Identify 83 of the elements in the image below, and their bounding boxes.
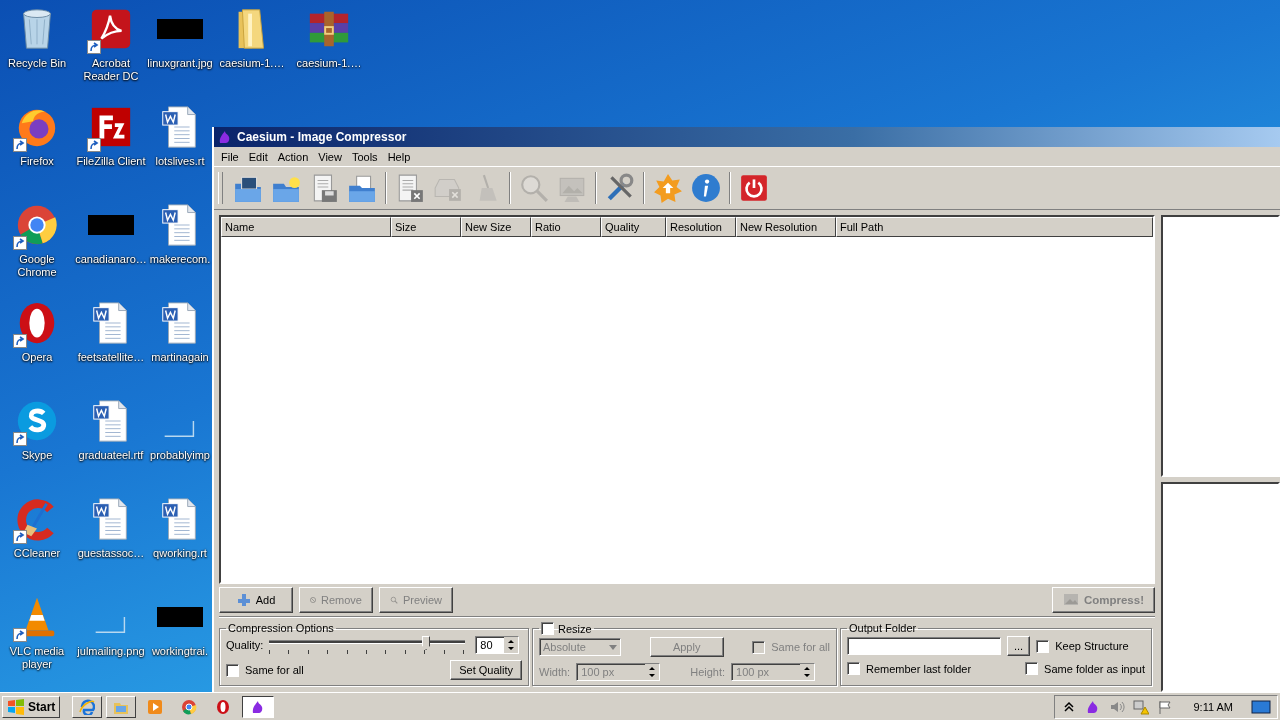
desktop-icon-label[interactable]: graduateel.rtf: [78, 449, 144, 462]
flag-icon[interactable]: [1157, 698, 1174, 715]
browser-e-icon: [79, 698, 96, 715]
column-header[interactable]: Quality: [601, 217, 666, 237]
spin-arrows-icon[interactable]: [800, 664, 815, 680]
desktop-icon-label[interactable]: martinagain: [151, 351, 209, 364]
column-header[interactable]: Size: [391, 217, 461, 237]
slider-thumb[interactable]: [422, 636, 431, 650]
column-header[interactable]: New Size: [461, 217, 531, 237]
taskbar-button[interactable]: [242, 695, 275, 718]
menu-item[interactable]: Edit: [243, 150, 273, 163]
desktop-icon-label[interactable]: guestassoc…: [77, 547, 145, 560]
group-title: Output Folder: [848, 622, 918, 634]
column-header[interactable]: Resolution: [666, 217, 736, 237]
checkbox-label[interactable]: Same folder as input: [1044, 662, 1145, 675]
desktop-icon-label[interactable]: feetsatellite…: [77, 351, 145, 364]
power-icon[interactable]: [739, 173, 769, 203]
desktop-icon-label[interactable]: caesium-1.…: [219, 57, 285, 70]
set-quality-button[interactable]: Set Quality: [450, 660, 522, 680]
desktop-icon-label[interactable]: canadianaro…: [75, 253, 147, 266]
field-label: Quality:: [226, 639, 264, 651]
menu-item[interactable]: Tools: [346, 150, 383, 163]
desktop-icon-label[interactable]: Firefox: [20, 155, 54, 168]
column-header[interactable]: Full Path: [836, 217, 1153, 237]
start-button[interactable]: Start: [2, 695, 61, 718]
desktop-icon-label[interactable]: Google Chrome: [2, 253, 72, 279]
add-button[interactable]: Add: [219, 587, 293, 613]
desktop-icon-label[interactable]: Recycle Bin: [7, 57, 67, 70]
field-label: Width:: [539, 666, 571, 678]
redacted-thumbnail[interactable]: [157, 607, 203, 627]
plus-arrow-icon: [236, 593, 251, 607]
desktop-icon-label[interactable]: Skype: [21, 449, 53, 462]
desktop-icon-label[interactable]: lotslives.rt: [155, 155, 205, 168]
checkbox[interactable]: [1036, 639, 1050, 653]
checkbox[interactable]: [226, 663, 239, 677]
desktop-icon-label[interactable]: Acrobat Reader DC: [76, 57, 146, 83]
play-icon: [147, 698, 164, 715]
menu-item[interactable]: File: [216, 150, 244, 163]
menu-item[interactable]: Action: [272, 150, 314, 163]
menu-item[interactable]: View: [313, 150, 347, 163]
window-title: Caesium - Image Compressor: [237, 130, 407, 144]
redacted-thumbnail[interactable]: [88, 215, 134, 235]
redacted-thumbnail[interactable]: [157, 19, 203, 39]
spin-arrows-icon[interactable]: [645, 664, 660, 680]
star-arrow-icon[interactable]: [653, 173, 683, 203]
desktop-icon-label[interactable]: VLC media player: [2, 645, 72, 671]
desktop-icon-label[interactable]: probablyimp: [150, 449, 210, 462]
clock[interactable]: 9:11 AM: [1193, 700, 1233, 713]
opera-icon: [215, 698, 232, 715]
checkbox-label[interactable]: Keep Structure: [1055, 640, 1129, 652]
info-icon[interactable]: [691, 173, 721, 203]
desktop-icon-label[interactable]: qworking.rt: [153, 547, 207, 560]
desktop-icon-label[interactable]: Opera: [21, 351, 53, 364]
checkbox[interactable]: [541, 622, 554, 635]
field-label: Height:: [690, 666, 726, 678]
menu-item[interactable]: Help: [382, 150, 416, 163]
folder-document-icon[interactable]: [347, 173, 377, 203]
desktop-icon-label[interactable]: julmailing.png: [77, 645, 145, 658]
windows-flag-icon: [7, 698, 25, 715]
checkbox-label[interactable]: Remember last folder: [866, 662, 972, 675]
checkbox[interactable]: [752, 640, 766, 654]
chrome-icon: [181, 698, 198, 715]
show-desktop-icon[interactable]: [1251, 698, 1271, 715]
checkbox-label[interactable]: Resize: [558, 622, 592, 635]
quality-spinbox[interactable]: 80: [475, 636, 520, 654]
column-header[interactable]: New Resolution: [736, 217, 836, 237]
desktop-icon-label[interactable]: CCleaner: [13, 547, 61, 560]
group-title: Compression Options: [227, 622, 335, 634]
browse-button[interactable]: ...: [1007, 636, 1031, 656]
desktop-icon-label[interactable]: linuxgrant.jpg: [147, 57, 213, 70]
wrench-screwdriver-icon[interactable]: [605, 173, 635, 203]
column-header[interactable]: Name: [221, 217, 391, 237]
image-icon: [1062, 593, 1079, 607]
checkbox[interactable]: [1025, 662, 1039, 675]
desktop-icon-label[interactable]: caesium-1.…: [296, 57, 362, 70]
checkbox-label[interactable]: Same for all: [245, 664, 304, 676]
column-header[interactable]: Ratio: [531, 217, 601, 237]
spin-arrows-icon[interactable]: [504, 637, 519, 653]
desktop-icon-label[interactable]: FileZilla Client: [76, 155, 146, 168]
desktop-icon-label[interactable]: makerecom.: [149, 253, 211, 266]
output-folder-field[interactable]: [847, 637, 1001, 655]
quality-slider[interactable]: [269, 636, 466, 654]
checkbox[interactable]: [847, 662, 860, 675]
